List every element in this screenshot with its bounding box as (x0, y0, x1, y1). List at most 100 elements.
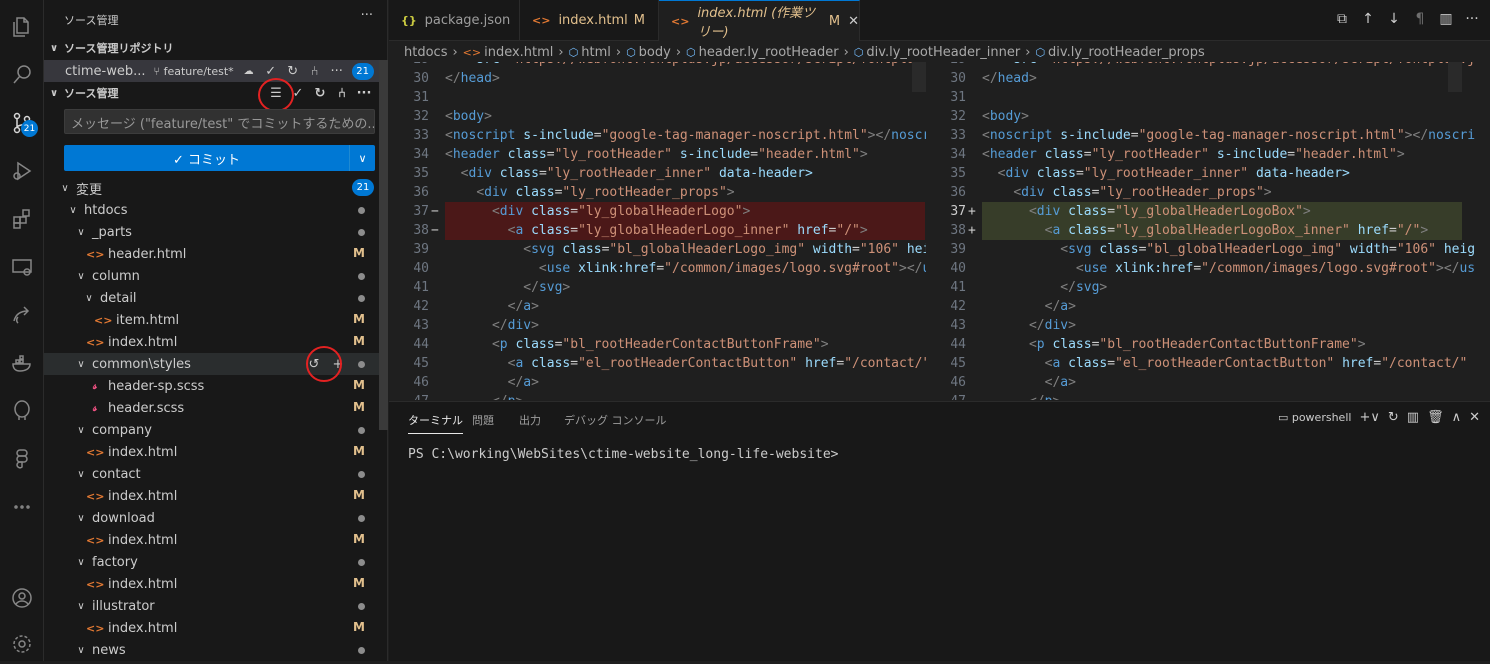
tab-terminal[interactable]: ターミナル (408, 412, 463, 434)
breadcrumb-item[interactable]: div.ly_rootHeader_props (1048, 45, 1205, 60)
code-line[interactable]: </a> (982, 373, 1076, 392)
tree-file[interactable]: <> item.html M (44, 309, 379, 331)
tree-folder[interactable]: ∨ download (44, 507, 379, 529)
settings-gear-icon[interactable] (0, 624, 44, 664)
code-line[interactable]: <svg class="bl_globalHeaderLogo_img" wid… (982, 240, 1475, 259)
changes-group-header[interactable]: ∨ 変更 21 (44, 177, 379, 199)
explorer-icon[interactable] (0, 7, 44, 47)
code-line[interactable]: <a class="el_rootHeaderContactButton" hr… (445, 354, 926, 373)
breadcrumb-item[interactable]: html (581, 45, 611, 60)
tree-file[interactable]: <> index.html M (44, 441, 379, 463)
repositories-section-header[interactable]: ∨ ソース管理リポジトリ (44, 37, 388, 59)
code-line[interactable]: </head> (445, 69, 500, 88)
code-line[interactable]: <div class="ly_globalHeaderLogo"> (445, 202, 750, 221)
publish-branch-icon[interactable]: ☁ (238, 60, 260, 82)
code-line[interactable]: <svg class="bl_globalHeaderLogo_img" wid… (445, 240, 926, 259)
tree-file[interactable]: <> index.html M (44, 617, 379, 639)
docker-icon[interactable] (0, 343, 44, 383)
code-line[interactable]: <header class="ly_rootHeader" s-include=… (445, 145, 868, 164)
close-icon[interactable]: ✕ (1469, 410, 1480, 425)
tree-folder[interactable]: ∨ contact (44, 463, 379, 485)
code-line[interactable]: </div> (445, 316, 539, 335)
split-editor-icon[interactable]: ▥ (1436, 8, 1456, 30)
arrow-up-icon[interactable]: ↑ (1358, 8, 1378, 30)
tab-debug-console[interactable]: デバッグ コンソール (564, 412, 667, 428)
breadcrumb-item[interactable]: header.ly_rootHeader (699, 45, 839, 60)
tree-folder[interactable]: ∨ factory (44, 551, 379, 573)
terminal-prompt[interactable]: PS C:\working\WebSites\ctime-website_lon… (408, 447, 838, 462)
code-line[interactable]: <noscript s-include="google-tag-manager-… (445, 126, 926, 145)
breadcrumb-item[interactable]: index.html (484, 45, 553, 60)
code-line[interactable]: src="https://webfont.fontplus.jp/accesso… (445, 62, 926, 69)
repository-row[interactable]: ctime-web... ⑂ feature/test* ☁ ✓ ↻ ⑃ ···… (44, 60, 379, 82)
code-line[interactable]: <div class="ly_rootHeader_inner" data-he… (982, 164, 1350, 183)
code-line[interactable]: <body> (445, 107, 492, 126)
diff-modified-pane[interactable]: 29 src="https://webfont.fontplus.jp/acce… (926, 62, 1476, 400)
scm-section-header[interactable]: ∨ ソース管理 ☰ ✓ ↻ ⑃ ··· (44, 82, 388, 104)
tree-folder[interactable]: ∨ column (44, 265, 379, 287)
code-line[interactable]: src="https://webfont.fontplus.jp/accesso… (982, 62, 1475, 69)
tree-folder[interactable]: ∨ illustrator (44, 595, 379, 617)
tab-index-html-working-tree[interactable]: <> index.html (作業ツリー) M ✕ (659, 0, 860, 41)
commit-button[interactable]: ✓ コミット ∨ (64, 145, 375, 171)
overview-ruler[interactable] (912, 62, 926, 92)
diff-original-pane[interactable]: 29 src="https://webfont.fontplus.jp/acce… (389, 62, 926, 400)
code-line[interactable]: <body> (982, 107, 1029, 126)
code-line[interactable]: <use xlink:href="/common/images/logo.svg… (982, 259, 1475, 278)
database-icon[interactable] (0, 391, 44, 431)
tab-index-html[interactable]: <> index.html M (520, 0, 659, 41)
tree-file[interactable]: 𝓈 header.scss M (44, 397, 379, 419)
code-line[interactable]: </a> (982, 297, 1076, 316)
code-line[interactable]: </head> (982, 69, 1037, 88)
figma-icon[interactable] (0, 439, 44, 479)
more-actions-icon[interactable]: ··· (361, 8, 373, 23)
code-line[interactable]: </div> (982, 316, 1076, 335)
code-line[interactable]: <a class="ly_globalHeaderLogo_inner" hre… (445, 221, 868, 240)
code-line[interactable]: <div class="ly_globalHeaderLogoBox"> (982, 202, 1311, 221)
close-icon[interactable]: ✕ (848, 14, 859, 29)
search-icon[interactable] (0, 54, 44, 94)
terminal-shell-selector[interactable]: ▭ powershell (1278, 411, 1352, 424)
commit-message-input[interactable]: メッセージ ("feature/test" でコミットするための... (64, 109, 375, 134)
live-share-icon[interactable] (0, 295, 44, 335)
code-line[interactable]: </p> (982, 392, 1060, 400)
code-line[interactable]: <div class="ly_rootHeader_inner" data-he… (445, 164, 813, 183)
extensions-icon[interactable] (0, 199, 44, 239)
refresh-icon[interactable]: ↻ (282, 60, 304, 82)
overview-ruler[interactable] (1448, 62, 1462, 92)
code-line[interactable]: <use xlink:href="/common/images/logo.svg… (445, 259, 926, 278)
code-line[interactable]: <header class="ly_rootHeader" s-include=… (982, 145, 1405, 164)
tree-file[interactable]: <> index.html M (44, 485, 379, 507)
code-line[interactable]: </a> (445, 373, 539, 392)
run-debug-icon[interactable] (0, 151, 44, 191)
tree-folder[interactable]: ∨ _parts (44, 221, 379, 243)
breadcrumb-item[interactable]: htdocs (404, 45, 447, 60)
graph-icon[interactable]: ⑃ (304, 60, 326, 82)
tree-folder[interactable]: ∨ company (44, 419, 379, 441)
refresh-icon[interactable]: ↻ (1388, 410, 1399, 425)
code-line[interactable]: <p class="bl_rootHeaderContactButtonFram… (982, 335, 1366, 354)
chevron-down-icon[interactable]: ∨ (349, 145, 375, 171)
remote-explorer-icon[interactable] (0, 247, 44, 287)
code-line[interactable]: <a class="ly_globalHeaderLogoBox_inner" … (982, 221, 1429, 240)
sidebar-scrollbar[interactable] (379, 60, 388, 430)
code-line[interactable]: </svg> (445, 278, 570, 297)
tree-folder[interactable]: ∨ htdocs (44, 199, 379, 221)
arrow-down-icon[interactable]: ↓ (1384, 8, 1404, 30)
breadcrumb-item[interactable]: div.ly_rootHeader_inner (866, 45, 1020, 60)
branch-label[interactable]: ⑂ feature/test* (154, 65, 234, 78)
maximize-panel-icon[interactable]: ∧ (1452, 410, 1462, 425)
code-line[interactable]: </svg> (982, 278, 1107, 297)
tree-file[interactable]: <> header.html M (44, 243, 379, 265)
tree-folder[interactable]: ∨ news (44, 639, 379, 661)
repo-more-icon[interactable]: ··· (326, 60, 348, 82)
breadcrumb-item[interactable]: body (639, 45, 671, 60)
code-line[interactable]: <div class="ly_rootHeader_props"> (445, 183, 734, 202)
trash-icon[interactable]: 🗑 (1427, 410, 1444, 425)
graph-icon[interactable]: ⑃ (331, 82, 353, 104)
tab-problems[interactable]: 問題 (472, 412, 494, 428)
code-line[interactable]: </a> (445, 297, 539, 316)
tree-folder[interactable]: ∨ detail (44, 287, 379, 309)
tab-package-json[interactable]: {} package.json (389, 0, 520, 41)
open-file-icon[interactable]: ⧉ (1332, 8, 1352, 30)
